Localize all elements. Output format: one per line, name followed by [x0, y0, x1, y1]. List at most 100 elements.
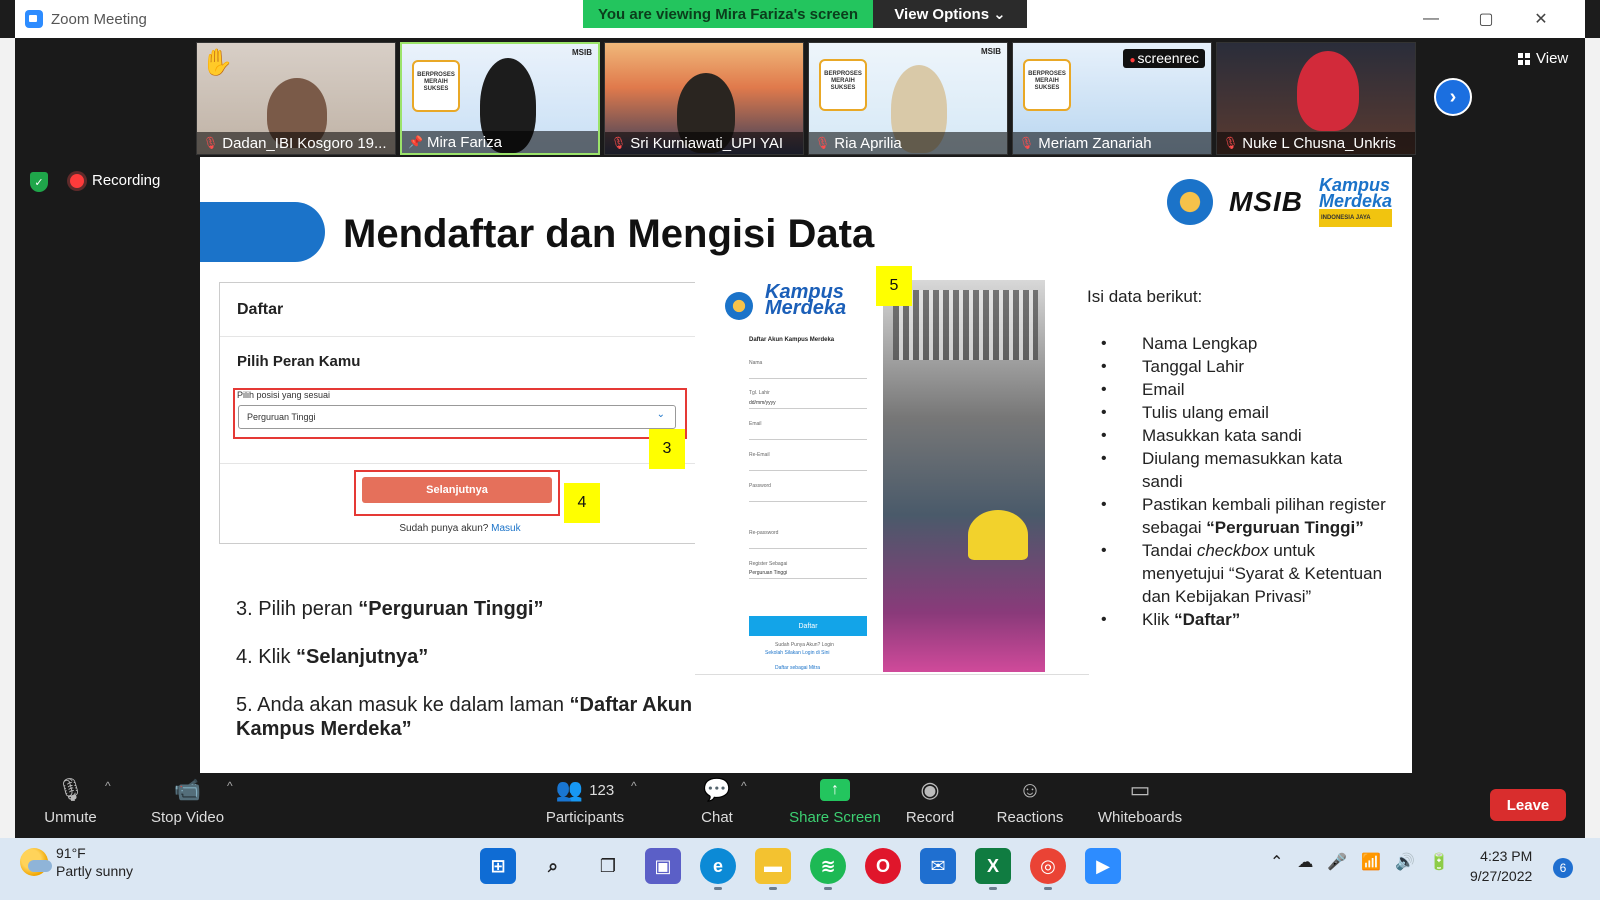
clock-date: 9/27/2022 [1470, 868, 1533, 884]
leave-button[interactable]: Leave [1490, 789, 1566, 821]
slide-logos: MSIB Kampus Merdeka INDONESIA JAYA [1166, 176, 1392, 227]
participant-tile[interactable]: 🎙 Sri Kurniawati_UPI YAI [604, 42, 804, 155]
list-item: Masukkan kata sandi [1087, 424, 1387, 447]
view-options-button[interactable]: View Options ⌄ [873, 0, 1027, 28]
grid-view-icon [1518, 52, 1530, 65]
recording-indicator[interactable]: Recording [70, 172, 160, 189]
participants-button[interactable]: 👥 123 Participants [535, 773, 635, 838]
participant-tile-active-speaker[interactable]: BERPROSES MERAIH SUKSES MSIB 📌 Mira Fariz… [400, 42, 600, 155]
participant-name: Sri Kurniawati_UPI YAI [630, 134, 784, 152]
mic-muted-icon: 🎙 [815, 136, 831, 150]
unmute-button[interactable]: 🎙 Unmute [33, 773, 108, 838]
teams-chat-icon[interactable]: ▣ [645, 848, 681, 884]
battery-icon[interactable]: 🔋 [1429, 852, 1449, 872]
stop-video-button[interactable]: 📹 Stop Video [140, 773, 235, 838]
chevron-up-icon[interactable]: ⌃ [1270, 852, 1283, 872]
login-prompt: Sudah punya akun? Masuk [399, 523, 521, 534]
list-item: Nama Lengkap [1087, 332, 1387, 355]
weather-widget[interactable]: 91°F Partly sunny [20, 844, 133, 880]
clock-time: 4:23 PM [1480, 848, 1533, 864]
role-selection-form-screenshot: Daftar Pilih Peran Kamu Pilih posisi yan… [219, 282, 701, 544]
event-banner-image: BERPROSES MERAIH SUKSES [819, 59, 867, 111]
view-layout-button[interactable]: View [1518, 50, 1568, 67]
zoom-app-icon [25, 10, 43, 28]
right-edge [1585, 38, 1600, 838]
task-view-icon[interactable]: ❐ [590, 848, 626, 884]
mic-muted-icon: 🎙 [56, 777, 85, 802]
audio-options-caret[interactable]: ^ [105, 779, 111, 793]
maximize-button[interactable]: ▢ [1463, 6, 1509, 32]
participant-name: Meriam Zanariah [1038, 134, 1152, 152]
kemdikbud-logo-icon [725, 292, 753, 320]
video-options-caret[interactable]: ^ [227, 779, 233, 793]
list-item: Tanggal Lahir [1087, 355, 1387, 378]
chevron-down-icon: ⌄ [993, 6, 1006, 23]
chat-icon: 💬 [703, 777, 731, 802]
step-4: 4. Klik “Selanjutnya” [236, 646, 429, 668]
participant-tile[interactable]: BERPROSES MERAIH SUKSES screenrec 🎙Meria… [1012, 42, 1212, 155]
msib-logo: MSIB [572, 48, 592, 57]
zoom-taskbar-icon[interactable]: ▶ [1085, 848, 1121, 884]
participant-tile[interactable]: ✋ 🎙 Dadan_IBI Kosgoro 19... [196, 42, 396, 155]
windows-taskbar: 91°F Partly sunny ⊞ ⌕ ❐ ▣ e ▬ ≋ O ✉ X ◎ … [0, 838, 1600, 900]
participant-name: Ria Aprilia [834, 134, 902, 152]
notification-badge[interactable]: 6 [1553, 858, 1573, 878]
share-screen-button[interactable]: ↑ Share Screen [780, 773, 890, 838]
wifi-icon[interactable]: 📶 [1361, 852, 1381, 872]
next-button-image: Selanjutnya [362, 477, 552, 503]
mic-muted-icon: 🎙 [1019, 136, 1035, 150]
mail-icon[interactable]: ✉ [920, 848, 956, 884]
list-item: Diulang memasukkan kata sandi [1087, 447, 1387, 493]
event-banner-image: BERPROSES MERAIH SUKSES [1023, 59, 1071, 111]
reactions-button[interactable]: ☺ Reactions [985, 773, 1075, 838]
reg-label: Nama [749, 360, 763, 366]
left-edge [0, 38, 15, 838]
slide-title: Mendaftar dan Mengisi Data [343, 212, 875, 256]
speaker-icon[interactable]: 🔊 [1395, 852, 1415, 872]
minimize-button[interactable]: — [1408, 6, 1454, 32]
chrome-icon[interactable]: ◎ [1030, 848, 1066, 890]
participant-name: Dadan_IBI Kosgoro 19... [222, 134, 387, 152]
chat-options-caret[interactable]: ^ [741, 779, 747, 793]
microphone-icon[interactable]: 🎤 [1327, 852, 1347, 872]
view-label: View [1536, 50, 1569, 67]
windows-start-icon[interactable]: ⊞ [480, 848, 516, 884]
screenrec-overlay: screenrec [1123, 49, 1205, 68]
record-button[interactable]: ◉ Record [900, 773, 960, 838]
opera-icon[interactable]: O [865, 848, 901, 884]
search-icon[interactable]: ⌕ [535, 848, 571, 884]
security-shield-icon[interactable]: ✓ [30, 172, 48, 192]
kampus-merdeka-logo: Kampus Merdeka [765, 281, 847, 319]
excel-icon[interactable]: X [975, 848, 1011, 890]
participants-count: 123 [589, 781, 615, 799]
edge-browser-icon[interactable]: e [700, 848, 736, 890]
msib-logo: MSIB [981, 47, 1001, 56]
kampus-merdeka-logo: Kampus Merdeka INDONESIA JAYA [1318, 176, 1392, 227]
camera-icon: 📹 [173, 777, 202, 802]
divider [220, 463, 700, 464]
participant-tile[interactable]: 🎙 Nuke L Chusna_Unkris [1216, 42, 1416, 155]
onedrive-cloud-icon[interactable]: ☁ [1297, 852, 1313, 872]
taskbar-clock[interactable]: 4:23 PM 9/27/2022 [1470, 846, 1532, 886]
reg-label: Password [749, 483, 771, 489]
chat-button[interactable]: 💬 Chat [687, 773, 747, 838]
whiteboards-button[interactable]: ▭ Whiteboards [1085, 773, 1195, 838]
shared-screen-slide: Mendaftar dan Mengisi Data MSIB Kampus M… [200, 157, 1412, 773]
taskbar-apps: ⊞ ⌕ ❐ ▣ e ▬ ≋ O ✉ X ◎ ▶ [480, 848, 1121, 890]
registration-page-screenshot: Kampus Merdeka Daftar Akun Kampus Merdeka… [695, 266, 1089, 675]
participant-tile[interactable]: BERPROSES MERAIH SUKSES MSIB 🎙 Ria Aprili… [808, 42, 1008, 155]
list-heading: Isi data berikut: [1087, 287, 1203, 306]
reg-label: Register Sebagai [749, 561, 788, 567]
list-item: Tulis ulang email [1087, 401, 1387, 424]
record-icon: ◉ [920, 777, 940, 802]
role-select-value: Perguruan Tinggi [247, 412, 316, 422]
mic-muted-icon: 🎙 [203, 136, 219, 150]
spotify-icon[interactable]: ≋ [810, 848, 846, 890]
share-screen-icon: ↑ [820, 779, 850, 801]
next-participants-button[interactable]: › [1434, 78, 1472, 116]
participants-options-caret[interactable]: ^ [631, 779, 637, 793]
select-label: Pilih posisi yang sesuai [237, 390, 331, 400]
file-explorer-icon[interactable]: ▬ [755, 848, 791, 890]
list-item: Pastikan kembali pilihan register sebaga… [1087, 493, 1387, 539]
close-button[interactable]: ✕ [1518, 6, 1564, 32]
